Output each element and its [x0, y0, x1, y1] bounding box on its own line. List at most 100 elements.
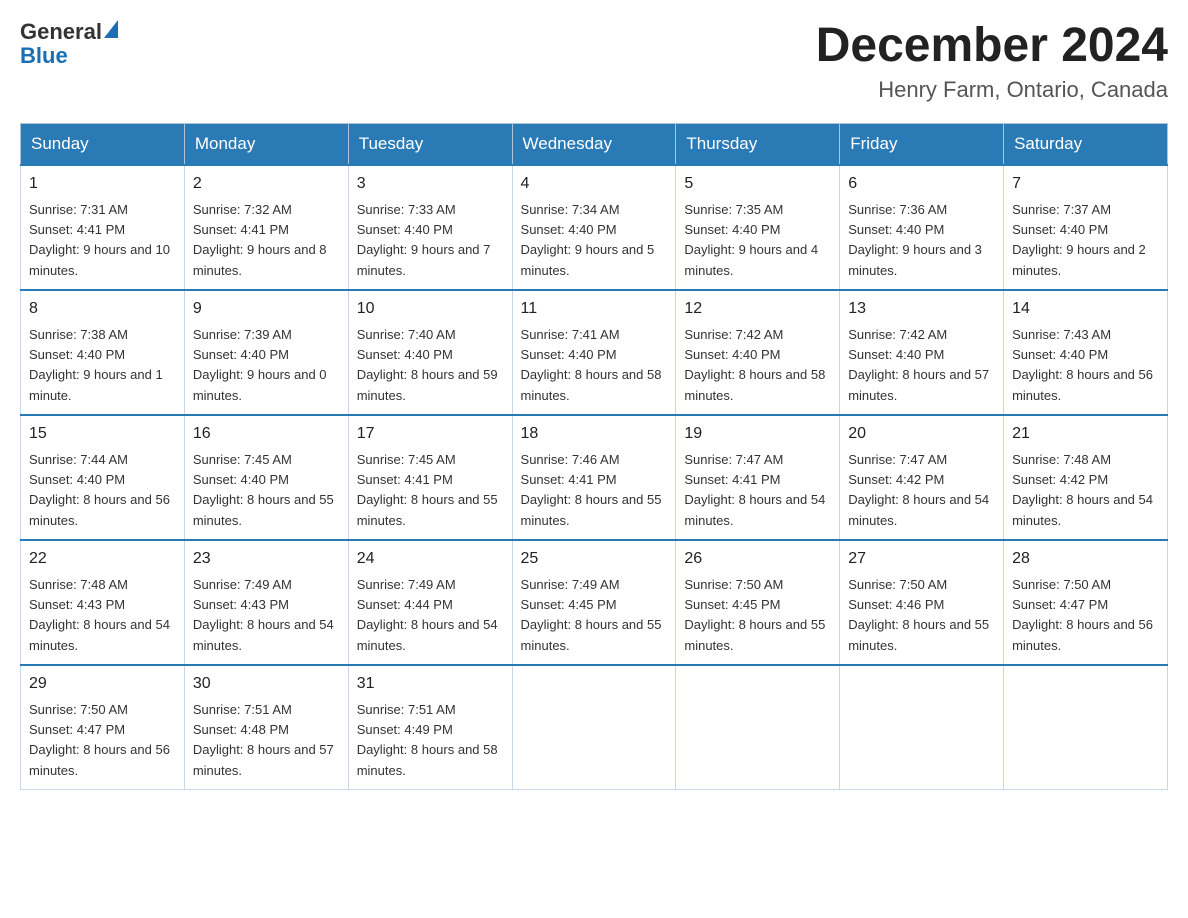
calendar-cell: 5 Sunrise: 7:35 AMSunset: 4:40 PMDaylight…	[676, 165, 840, 290]
day-number: 31	[357, 672, 504, 696]
day-number: 19	[684, 422, 831, 446]
day-info: Sunrise: 7:44 AMSunset: 4:40 PMDaylight:…	[29, 452, 170, 528]
calendar-cell: 10 Sunrise: 7:40 AMSunset: 4:40 PMDayligh…	[348, 290, 512, 415]
day-info: Sunrise: 7:32 AMSunset: 4:41 PMDaylight:…	[193, 202, 327, 278]
day-number: 17	[357, 422, 504, 446]
day-info: Sunrise: 7:51 AMSunset: 4:48 PMDaylight:…	[193, 702, 334, 778]
day-info: Sunrise: 7:39 AMSunset: 4:40 PMDaylight:…	[193, 327, 327, 403]
day-info: Sunrise: 7:34 AMSunset: 4:40 PMDaylight:…	[521, 202, 655, 278]
day-info: Sunrise: 7:49 AMSunset: 4:45 PMDaylight:…	[521, 577, 662, 653]
day-number: 28	[1012, 547, 1159, 571]
day-number: 13	[848, 297, 995, 321]
day-number: 18	[521, 422, 668, 446]
day-info: Sunrise: 7:51 AMSunset: 4:49 PMDaylight:…	[357, 702, 498, 778]
calendar-cell: 17 Sunrise: 7:45 AMSunset: 4:41 PMDayligh…	[348, 415, 512, 540]
day-info: Sunrise: 7:46 AMSunset: 4:41 PMDaylight:…	[521, 452, 662, 528]
calendar-cell: 6 Sunrise: 7:36 AMSunset: 4:40 PMDaylight…	[840, 165, 1004, 290]
calendar-cell	[676, 665, 840, 790]
day-number: 6	[848, 172, 995, 196]
day-info: Sunrise: 7:47 AMSunset: 4:41 PMDaylight:…	[684, 452, 825, 528]
calendar-week-row: 15 Sunrise: 7:44 AMSunset: 4:40 PMDayligh…	[21, 415, 1168, 540]
calendar-cell: 13Sunrise: 7:42 AMSunset: 4:40 PMDayligh…	[840, 290, 1004, 415]
day-number: 15	[29, 422, 176, 446]
day-number: 3	[357, 172, 504, 196]
calendar-cell: 24 Sunrise: 7:49 AMSunset: 4:44 PMDayligh…	[348, 540, 512, 665]
day-number: 4	[521, 172, 668, 196]
calendar-cell: 11Sunrise: 7:41 AMSunset: 4:40 PMDayligh…	[512, 290, 676, 415]
month-title: December 2024	[816, 20, 1168, 73]
day-info: Sunrise: 7:48 AMSunset: 4:42 PMDaylight:…	[1012, 452, 1153, 528]
day-number: 11	[521, 297, 668, 321]
calendar-cell: 29 Sunrise: 7:50 AMSunset: 4:47 PMDayligh…	[21, 665, 185, 790]
calendar-cell: 2 Sunrise: 7:32 AMSunset: 4:41 PMDaylight…	[184, 165, 348, 290]
calendar-cell: 1Sunrise: 7:31 AMSunset: 4:41 PMDaylight…	[21, 165, 185, 290]
calendar-body: 1Sunrise: 7:31 AMSunset: 4:41 PMDaylight…	[21, 165, 1168, 790]
calendar-cell	[512, 665, 676, 790]
day-number: 24	[357, 547, 504, 571]
col-tuesday: Tuesday	[348, 123, 512, 165]
calendar-cell: 22Sunrise: 7:48 AMSunset: 4:43 PMDayligh…	[21, 540, 185, 665]
day-number: 2	[193, 172, 340, 196]
calendar-cell: 28Sunrise: 7:50 AMSunset: 4:47 PMDayligh…	[1004, 540, 1168, 665]
day-number: 27	[848, 547, 995, 571]
calendar-cell: 30 Sunrise: 7:51 AMSunset: 4:48 PMDayligh…	[184, 665, 348, 790]
calendar-cell: 8Sunrise: 7:38 AMSunset: 4:40 PMDaylight…	[21, 290, 185, 415]
day-info: Sunrise: 7:50 AMSunset: 4:47 PMDaylight:…	[29, 702, 170, 778]
day-number: 22	[29, 547, 176, 571]
day-info: Sunrise: 7:43 AMSunset: 4:40 PMDaylight:…	[1012, 327, 1153, 403]
logo: General Blue	[20, 20, 118, 68]
col-saturday: Saturday	[1004, 123, 1168, 165]
day-info: Sunrise: 7:45 AMSunset: 4:41 PMDaylight:…	[357, 452, 498, 528]
calendar-cell: 4 Sunrise: 7:34 AMSunset: 4:40 PMDaylight…	[512, 165, 676, 290]
calendar-week-row: 29 Sunrise: 7:50 AMSunset: 4:47 PMDayligh…	[21, 665, 1168, 790]
calendar-cell: 21 Sunrise: 7:48 AMSunset: 4:42 PMDayligh…	[1004, 415, 1168, 540]
day-number: 10	[357, 297, 504, 321]
day-number: 26	[684, 547, 831, 571]
day-number: 21	[1012, 422, 1159, 446]
day-number: 1	[29, 172, 176, 196]
col-friday: Friday	[840, 123, 1004, 165]
logo-general: General	[20, 20, 102, 44]
col-monday: Monday	[184, 123, 348, 165]
calendar-cell	[840, 665, 1004, 790]
logo-blue: Blue	[20, 44, 118, 68]
day-number: 7	[1012, 172, 1159, 196]
day-number: 25	[521, 547, 668, 571]
day-info: Sunrise: 7:36 AMSunset: 4:40 PMDaylight:…	[848, 202, 982, 278]
day-number: 30	[193, 672, 340, 696]
calendar-cell: 18 Sunrise: 7:46 AMSunset: 4:41 PMDayligh…	[512, 415, 676, 540]
calendar-cell: 31 Sunrise: 7:51 AMSunset: 4:49 PMDayligh…	[348, 665, 512, 790]
day-info: Sunrise: 7:50 AMSunset: 4:46 PMDaylight:…	[848, 577, 989, 653]
day-number: 20	[848, 422, 995, 446]
calendar-cell: 19 Sunrise: 7:47 AMSunset: 4:41 PMDayligh…	[676, 415, 840, 540]
col-wednesday: Wednesday	[512, 123, 676, 165]
calendar-cell: 9Sunrise: 7:39 AMSunset: 4:40 PMDaylight…	[184, 290, 348, 415]
day-info: Sunrise: 7:49 AMSunset: 4:44 PMDaylight:…	[357, 577, 498, 653]
calendar-cell: 27 Sunrise: 7:50 AMSunset: 4:46 PMDayligh…	[840, 540, 1004, 665]
day-info: Sunrise: 7:42 AMSunset: 4:40 PMDaylight:…	[684, 327, 825, 403]
location-title: Henry Farm, Ontario, Canada	[816, 77, 1168, 103]
day-number: 29	[29, 672, 176, 696]
day-info: Sunrise: 7:37 AMSunset: 4:40 PMDaylight:…	[1012, 202, 1146, 278]
day-info: Sunrise: 7:40 AMSunset: 4:40 PMDaylight:…	[357, 327, 498, 403]
calendar-cell: 20Sunrise: 7:47 AMSunset: 4:42 PMDayligh…	[840, 415, 1004, 540]
logo-triangle-icon	[104, 20, 118, 38]
calendar-cell: 7 Sunrise: 7:37 AMSunset: 4:40 PMDaylight…	[1004, 165, 1168, 290]
day-number: 12	[684, 297, 831, 321]
day-info: Sunrise: 7:33 AMSunset: 4:40 PMDaylight:…	[357, 202, 491, 278]
day-number: 16	[193, 422, 340, 446]
day-number: 5	[684, 172, 831, 196]
calendar-week-row: 1Sunrise: 7:31 AMSunset: 4:41 PMDaylight…	[21, 165, 1168, 290]
col-sunday: Sunday	[21, 123, 185, 165]
day-info: Sunrise: 7:35 AMSunset: 4:40 PMDaylight:…	[684, 202, 818, 278]
calendar-cell: 23Sunrise: 7:49 AMSunset: 4:43 PMDayligh…	[184, 540, 348, 665]
calendar-cell	[1004, 665, 1168, 790]
calendar-cell: 12 Sunrise: 7:42 AMSunset: 4:40 PMDayligh…	[676, 290, 840, 415]
day-info: Sunrise: 7:45 AMSunset: 4:40 PMDaylight:…	[193, 452, 334, 528]
page-header: General Blue December 2024 Henry Farm, O…	[20, 20, 1168, 103]
calendar-header-row: Sunday Monday Tuesday Wednesday Thursday…	[21, 123, 1168, 165]
calendar-table: Sunday Monday Tuesday Wednesday Thursday…	[20, 123, 1168, 790]
day-info: Sunrise: 7:49 AMSunset: 4:43 PMDaylight:…	[193, 577, 334, 653]
calendar-cell: 26Sunrise: 7:50 AMSunset: 4:45 PMDayligh…	[676, 540, 840, 665]
calendar-cell: 14Sunrise: 7:43 AMSunset: 4:40 PMDayligh…	[1004, 290, 1168, 415]
